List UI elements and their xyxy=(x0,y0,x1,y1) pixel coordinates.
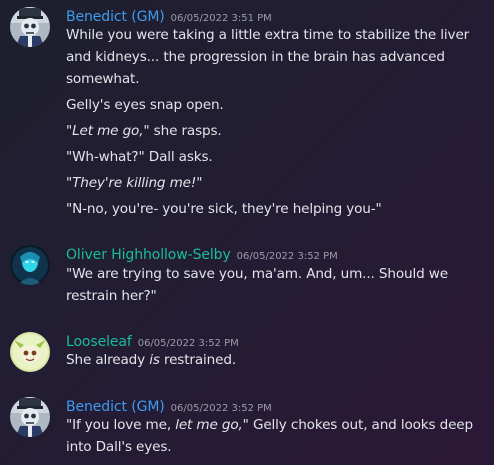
italic-text: let me go," xyxy=(175,417,249,433)
message-text: "They're killing me!" xyxy=(66,172,488,194)
plain-text: she rasps. xyxy=(149,123,222,139)
timestamp: 06/05/2022 3:52 PM xyxy=(236,251,338,262)
message-text: somewhat. xyxy=(66,71,140,87)
message-header: Oliver Highhollow-Selby 06/05/2022 3:52 P… xyxy=(66,244,338,263)
plain-text: She already xyxy=(66,352,150,368)
username[interactable]: Looseleaf xyxy=(66,334,132,350)
italic-text: is xyxy=(149,352,160,368)
skeleton-doctor-avatar[interactable] xyxy=(10,7,50,47)
message-text: "If you love me, let me go," Gelly choke… xyxy=(66,414,488,436)
glowing-figure-avatar[interactable] xyxy=(10,245,50,285)
message-text: into Dall's eyes. xyxy=(66,439,172,455)
message-text: and kidneys... the progression in the br… xyxy=(66,49,445,65)
timestamp: 06/05/2022 3:52 PM xyxy=(170,403,272,414)
message-text: restrain her?" xyxy=(66,288,157,304)
message-text: "We are trying to save you, ma'am. And, … xyxy=(66,266,448,282)
timestamp: 06/05/2022 3:52 PM xyxy=(137,338,239,349)
message-text: While you were taking a little extra tim… xyxy=(66,27,470,43)
plain-text: restrained. xyxy=(159,352,236,368)
plain-text: Gelly chokes out, and looks deep xyxy=(248,417,474,433)
username[interactable]: Oliver Highhollow-Selby xyxy=(66,247,231,263)
message-header: Benedict (GM) 06/05/2022 3:52 PM xyxy=(66,396,272,415)
username[interactable]: Benedict (GM) xyxy=(66,9,165,25)
username[interactable]: Benedict (GM) xyxy=(66,399,165,415)
timestamp: 06/05/2022 3:51 PM xyxy=(170,13,272,24)
message-header: Benedict (GM) 06/05/2022 3:51 PM xyxy=(66,6,272,25)
message-text: She already is restrained. xyxy=(66,349,488,371)
message-text: Gelly's eyes snap open. xyxy=(66,97,224,113)
italic-text: "They're killing me!" xyxy=(66,175,203,191)
message-header: Looseleaf 06/05/2022 3:52 PM xyxy=(66,331,239,350)
leaf-creature-avatar[interactable] xyxy=(10,332,50,372)
skeleton-doctor-avatar[interactable] xyxy=(10,397,50,437)
italic-text: "Let me go," xyxy=(66,123,150,139)
message-text: "Wh-what?" Dall asks. xyxy=(66,149,213,165)
message-text: "Let me go," she rasps. xyxy=(66,120,488,142)
message-text: "N-no, you're- you're sick, they're help… xyxy=(66,201,382,217)
plain-text: "If you love me, xyxy=(66,417,176,433)
